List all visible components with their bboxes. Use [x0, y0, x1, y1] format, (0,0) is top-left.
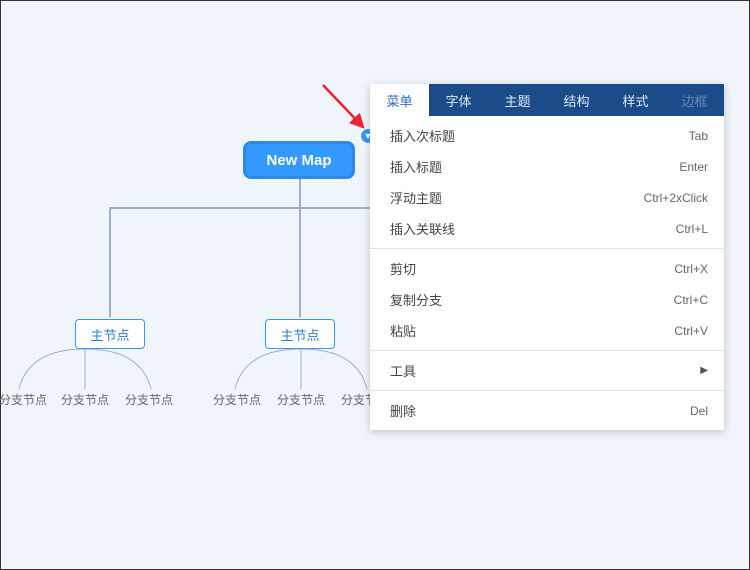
- sub-node[interactable]: 分支节点: [277, 391, 325, 408]
- sub-node[interactable]: 分支节点: [61, 391, 109, 408]
- menu-item-insert-subtopic[interactable]: 插入次标题 Tab: [370, 120, 724, 151]
- menu-item-paste[interactable]: 粘贴 Ctrl+V: [370, 315, 724, 346]
- main-node[interactable]: 主节点: [265, 319, 335, 349]
- menu-item-tools[interactable]: 工具 ▶: [370, 355, 724, 386]
- menu-shortcut: Del: [690, 404, 708, 418]
- menu-separator: [370, 390, 724, 391]
- menu-item-label: 删除: [390, 401, 416, 420]
- menu-item-cut[interactable]: 剪切 Ctrl+X: [370, 253, 724, 284]
- menu-tabs: 菜单 字体 主题 结构 样式 边框: [370, 84, 724, 116]
- menu-separator: [370, 248, 724, 249]
- menu-shortcut: Ctrl+C: [674, 293, 708, 307]
- tab-menu[interactable]: 菜单: [370, 84, 429, 116]
- tab-theme[interactable]: 主题: [488, 84, 547, 116]
- menu-item-floating-topic[interactable]: 浮动主题 Ctrl+2xClick: [370, 182, 724, 213]
- menu-item-insert-topic[interactable]: 插入标题 Enter: [370, 151, 724, 182]
- menu-shortcut: Enter: [679, 160, 708, 174]
- main-node[interactable]: 主节点: [75, 319, 145, 349]
- context-menu: 菜单 字体 主题 结构 样式 边框 插入次标题 Tab 插入标题 Enter 浮…: [370, 84, 724, 430]
- branch-curve: [1, 349, 169, 393]
- branch-curve: [217, 349, 385, 393]
- main-node-label: 主节点: [90, 325, 129, 344]
- menu-body: 插入次标题 Tab 插入标题 Enter 浮动主题 Ctrl+2xClick 插…: [370, 116, 724, 430]
- menu-item-label: 插入标题: [390, 157, 442, 176]
- menu-item-label: 复制分支: [390, 290, 442, 309]
- menu-shortcut: Tab: [689, 129, 708, 143]
- tab-font[interactable]: 字体: [429, 84, 488, 116]
- tab-border[interactable]: 边框: [665, 84, 724, 116]
- submenu-arrow-icon: ▶: [700, 365, 708, 376]
- menu-shortcut: Ctrl+V: [674, 324, 708, 338]
- sub-node[interactable]: 分支节点: [125, 391, 173, 408]
- menu-item-copy-branch[interactable]: 复制分支 Ctrl+C: [370, 284, 724, 315]
- menu-shortcut: Ctrl+X: [674, 262, 708, 276]
- menu-separator: [370, 350, 724, 351]
- menu-item-delete[interactable]: 删除 Del: [370, 395, 724, 426]
- menu-item-label: 浮动主题: [390, 188, 442, 207]
- main-node-label: 主节点: [280, 325, 319, 344]
- tab-style[interactable]: 样式: [606, 84, 665, 116]
- tab-structure[interactable]: 结构: [547, 84, 606, 116]
- root-label: New Map: [266, 152, 331, 169]
- sub-node[interactable]: 分支节点: [0, 391, 47, 408]
- menu-item-label: 插入次标题: [390, 126, 455, 145]
- menu-item-insert-relation[interactable]: 插入关联线 Ctrl+L: [370, 213, 724, 244]
- menu-shortcut: Ctrl+2xClick: [644, 191, 708, 205]
- menu-item-label: 工具: [390, 361, 416, 380]
- menu-item-label: 粘贴: [390, 321, 416, 340]
- menu-item-label: 剪切: [390, 259, 416, 278]
- annotation-arrow-icon: [321, 83, 373, 133]
- root-node[interactable]: New Map: [243, 141, 355, 179]
- menu-item-label: 插入关联线: [390, 219, 455, 238]
- menu-shortcut: Ctrl+L: [676, 222, 708, 236]
- sub-node[interactable]: 分支节点: [213, 391, 261, 408]
